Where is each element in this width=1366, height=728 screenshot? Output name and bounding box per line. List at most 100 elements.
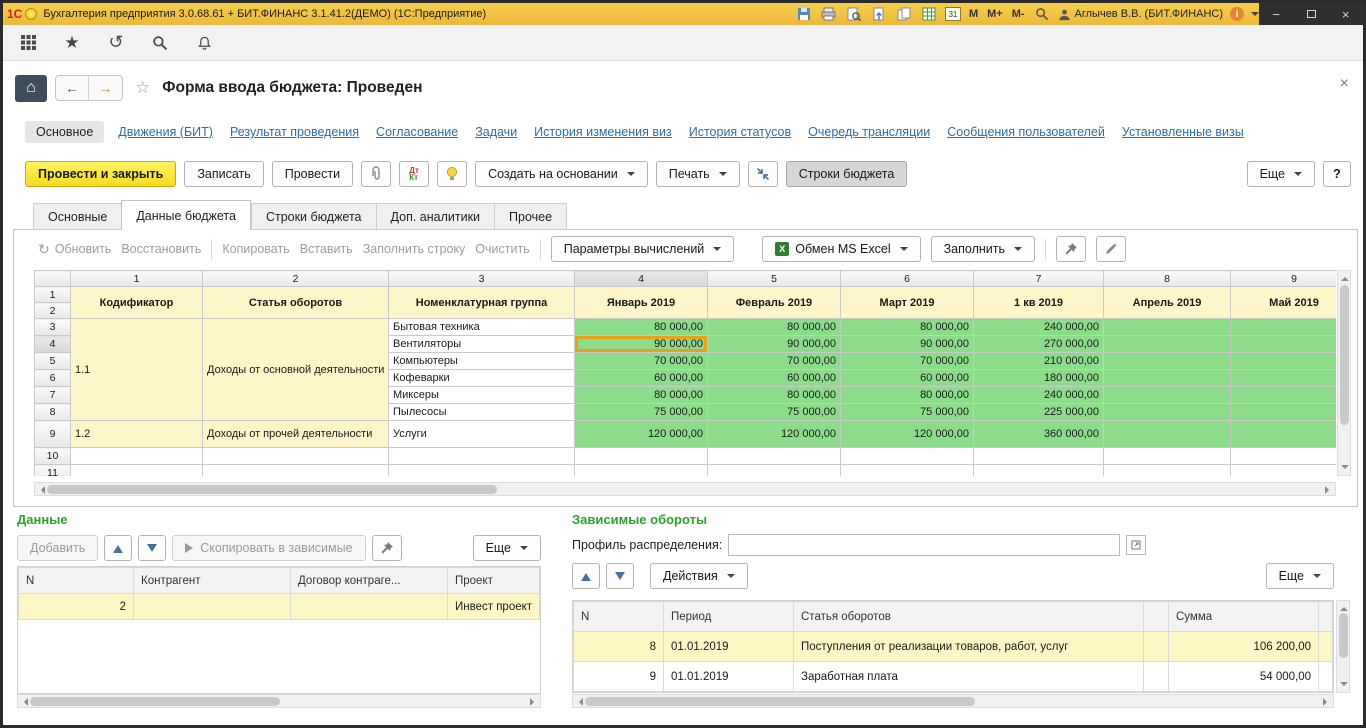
data-cell-contract[interactable]	[291, 594, 448, 620]
grid-empty-cell[interactable]	[841, 465, 974, 477]
scroll-thumb[interactable]	[1339, 613, 1348, 658]
grid-row-number[interactable]: 5	[35, 353, 71, 370]
grid-code-cell[interactable]: 1.1	[71, 319, 203, 421]
grid-value-cell[interactable]: 70 000,00	[575, 353, 708, 370]
nav-link-movements[interactable]: Движения (БИТ)	[118, 125, 213, 139]
dependent-cell-article[interactable]: Заработная плата	[794, 662, 1144, 692]
grid-column-number[interactable]: 3	[389, 271, 575, 287]
more-button[interactable]: Еще	[1247, 161, 1315, 187]
scroll-left-icon[interactable]	[37, 486, 45, 494]
grid-column-number[interactable]: 8	[1104, 271, 1231, 287]
grid-value-cell[interactable]: 80 000,00	[841, 319, 974, 336]
grid-horizontal-scrollbar[interactable]	[34, 482, 1336, 496]
dependent-column-header[interactable]: Период	[664, 602, 794, 632]
dependent-cell-extra[interactable]	[1144, 662, 1169, 692]
dependent-cell-article[interactable]: Поступления от реализации товаров, работ…	[794, 632, 1144, 662]
grid-column-number[interactable]: 2	[203, 271, 389, 287]
dependent-cell-n[interactable]: 8	[574, 632, 664, 662]
grid-empty-cell[interactable]	[203, 448, 389, 465]
post-and-close-button[interactable]: Провести и закрыть	[25, 161, 176, 187]
data-more-button[interactable]: Еще	[473, 535, 541, 561]
data-horizontal-scrollbar[interactable]	[17, 694, 541, 708]
grid-header-cell[interactable]: Март 2019	[841, 287, 974, 319]
restore-button[interactable]: Восстановить	[121, 242, 201, 256]
scroll-thumb[interactable]	[1340, 285, 1349, 425]
grid-value-cell[interactable]	[1231, 319, 1337, 336]
budget-rows-button[interactable]: Строки бюджета	[786, 161, 908, 187]
grid-corner[interactable]	[35, 271, 71, 287]
grid-article-cell[interactable]: Доходы от основной деятельности	[203, 319, 389, 421]
edit-pencil-icon[interactable]	[1096, 236, 1126, 262]
grid-empty-cell[interactable]	[1104, 465, 1231, 477]
grid-value-cell[interactable]: 75 000,00	[708, 404, 841, 421]
grid-value-cell[interactable]	[1231, 387, 1337, 404]
grid-value-cell[interactable]: 120 000,00	[708, 421, 841, 448]
clear-button[interactable]: Очистить	[475, 242, 529, 256]
grid-value-cell[interactable]	[1104, 370, 1231, 387]
scroll-right-icon[interactable]	[530, 698, 538, 706]
scroll-up-icon[interactable]	[1340, 603, 1348, 611]
tab-main[interactable]: Основные	[33, 203, 121, 230]
pin-icon[interactable]	[1056, 236, 1086, 262]
grid-value-cell[interactable]	[1104, 336, 1231, 353]
nav-link-user-messages[interactable]: Сообщения пользователей	[947, 125, 1105, 139]
grid-code-cell[interactable]: 1.2	[71, 421, 203, 448]
dependent-horizontal-scrollbar[interactable]	[572, 694, 1334, 708]
grid-value-cell[interactable]	[1231, 404, 1337, 421]
grid-value-cell[interactable]: 60 000,00	[575, 370, 708, 387]
grid-value-cell[interactable]	[1104, 404, 1231, 421]
memory-m-button[interactable]: М	[968, 8, 979, 20]
grid-column-number[interactable]: 9	[1231, 271, 1337, 287]
grid-value-cell[interactable]: 120 000,00	[575, 421, 708, 448]
back-button[interactable]: ←	[56, 76, 89, 100]
grid-value-cell[interactable]: 240 000,00	[974, 387, 1104, 404]
grid-value-cell[interactable]	[1104, 353, 1231, 370]
preview-icon[interactable]	[845, 5, 863, 23]
scroll-thumb[interactable]	[47, 485, 497, 494]
dtkt-icon[interactable]: ДтКт	[399, 161, 429, 187]
info-icon[interactable]: i	[1230, 7, 1244, 21]
data-cell-contragent[interactable]	[134, 594, 291, 620]
grid-empty-cell[interactable]	[974, 448, 1104, 465]
dependent-column-header[interactable]: Сумма	[1169, 602, 1319, 632]
grid-empty-cell[interactable]	[203, 465, 389, 477]
grid-value-cell[interactable]	[1104, 387, 1231, 404]
grid-value-cell[interactable]: 120 000,00	[841, 421, 974, 448]
nav-link-post-result[interactable]: Результат проведения	[230, 125, 359, 139]
grid-value-cell[interactable]: 240 000,00	[974, 319, 1104, 336]
home-button[interactable]: ⌂	[15, 75, 47, 102]
grid-column-number[interactable]: 4	[575, 271, 708, 287]
grid-empty-cell[interactable]	[389, 448, 575, 465]
copy-to-dependent-button[interactable]: Скопировать в зависимые	[172, 535, 365, 561]
tab-other[interactable]: Прочее	[494, 203, 567, 230]
nav-item-main[interactable]: Основное	[25, 121, 104, 143]
grid-value-cell[interactable]: 270 000,00	[974, 336, 1104, 353]
dependent-column-header[interactable]	[1319, 602, 1333, 632]
dependent-cell-extra[interactable]	[1144, 632, 1169, 662]
service-menu-icon[interactable]	[17, 32, 39, 54]
dependent-column-header[interactable]	[1144, 602, 1169, 632]
fill-row-button[interactable]: Заполнить строку	[363, 242, 466, 256]
grid-row-number[interactable]: 4	[35, 336, 71, 353]
grid-value-cell[interactable]: 210 000,00	[974, 353, 1104, 370]
add-favorite-star-icon[interactable]: ☆	[135, 78, 150, 98]
grid-value-cell[interactable]: 90 000,00	[841, 336, 974, 353]
favorites-icon[interactable]: ★	[61, 32, 83, 54]
notifications-bell-icon[interactable]	[193, 32, 215, 54]
tab-extra-analytics[interactable]: Доп. аналитики	[376, 203, 495, 230]
open-profile-button[interactable]	[1126, 535, 1146, 555]
table-icon[interactable]	[920, 5, 938, 23]
refresh-button[interactable]: ↻Обновить	[38, 241, 111, 258]
grid-header-cell[interactable]: Январь 2019	[575, 287, 708, 319]
grid-row-number[interactable]: 7	[35, 387, 71, 404]
scroll-right-icon[interactable]	[1325, 486, 1333, 494]
grid-column-number[interactable]: 7	[974, 271, 1104, 287]
grid-row-number[interactable]: 3	[35, 319, 71, 336]
dependent-column-header[interactable]: Статья оборотов	[794, 602, 1144, 632]
nav-link-status-history[interactable]: История статусов	[689, 125, 791, 139]
dependent-more-button[interactable]: Еще	[1266, 563, 1334, 589]
grid-empty-cell[interactable]	[974, 465, 1104, 477]
grid-item-cell[interactable]: Компьютеры	[389, 353, 575, 370]
data-column-header[interactable]: N	[19, 568, 134, 594]
dependent-row[interactable]: 901.01.2019Заработная плата54 000,00	[574, 662, 1333, 692]
